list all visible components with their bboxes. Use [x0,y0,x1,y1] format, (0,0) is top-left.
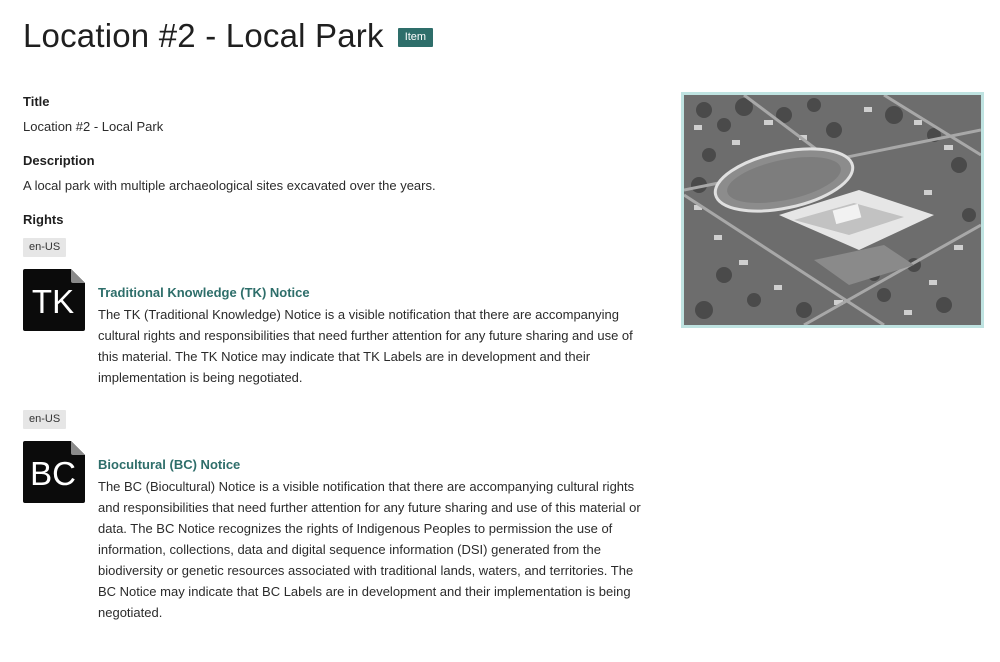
title-field: Title Location #2 - Local Park [23,94,663,135]
description-field: Description A local park with multiple a… [23,153,663,194]
item-details: Title Location #2 - Local Park Descripti… [23,94,663,623]
bc-notice: BC Biocultural (BC) Notice The BC (Biocu… [23,441,663,623]
tk-icon-text: TK [32,283,74,320]
rights-label: Rights [23,212,64,227]
rights-field: Rights en-US TK Traditional Knowledge (T… [23,212,663,623]
title-label: Title [23,94,50,109]
title-value: Location #2 - Local Park [23,119,164,134]
tk-notice: TK Traditional Knowledge (TK) Notice The… [23,269,663,388]
bc-notice-icon: BC [23,441,85,503]
bc-notice-text: The BC (Biocultural) Notice is a visible… [98,479,641,620]
bc-notice-title-link[interactable]: Biocultural (BC) Notice [98,457,654,473]
language-tag: en-US [23,410,67,429]
tk-notice-icon: TK [23,269,85,331]
description-label: Description [23,153,95,168]
page-title: Location #2 - Local Park [23,17,384,54]
item-type-badge: Item [397,27,434,47]
page-header: Location #2 - Local Park Item [23,16,434,56]
item-photo[interactable] [681,92,984,328]
tk-notice-title-link[interactable]: Traditional Knowledge (TK) Notice [98,285,654,301]
bc-icon-text: BC [30,455,76,492]
tk-notice-text: The TK (Traditional Knowledge) Notice is… [98,307,633,385]
description-value: A local park with multiple archaeologica… [23,178,436,193]
language-tag: en-US [23,238,67,257]
aerial-photo-image [684,95,981,325]
